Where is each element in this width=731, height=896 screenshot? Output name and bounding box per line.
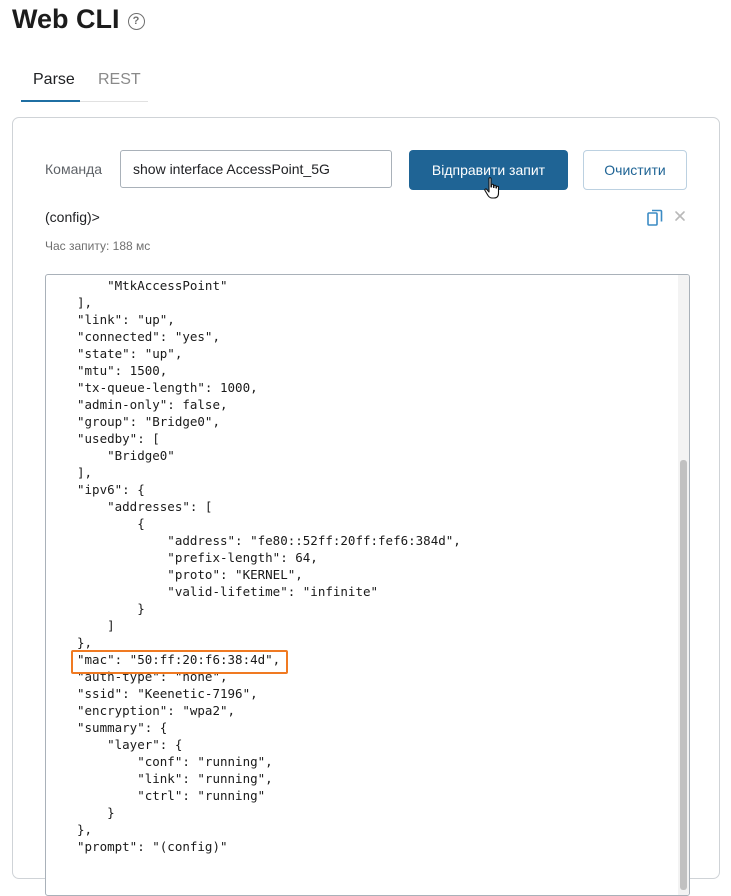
clear-button[interactable]: Очистити	[583, 150, 687, 190]
active-tab-indicator	[21, 100, 80, 102]
send-request-button[interactable]: Відправити запит	[409, 150, 568, 190]
tab-rest[interactable]: REST	[98, 71, 141, 89]
copy-icon[interactable]	[647, 209, 663, 227]
page-title-text: Web CLI	[12, 4, 120, 34]
mac-highlight-box	[71, 650, 288, 674]
question-circle-icon[interactable]: ?	[127, 13, 145, 30]
tab-bar: Parse REST	[21, 58, 148, 102]
scrollbar-thumb[interactable]	[680, 460, 687, 890]
command-output[interactable]: "AccessPoint", "MtkAccessPoint" ], "link…	[45, 274, 690, 896]
output-scrollbar[interactable]	[678, 275, 689, 895]
output-text: "AccessPoint", "MtkAccessPoint" ], "link…	[77, 275, 461, 854]
config-prompt: (config)>	[45, 209, 100, 225]
request-time: Час запиту: 188 мс	[45, 239, 151, 253]
cli-card: Команда Відправити запит Очистити (confi…	[12, 117, 720, 896]
page-title: Web CLI ?	[12, 4, 145, 35]
command-label: Команда	[45, 161, 103, 177]
command-input[interactable]	[120, 150, 392, 188]
close-icon[interactable]	[673, 209, 687, 223]
tab-parse[interactable]: Parse	[33, 71, 75, 89]
